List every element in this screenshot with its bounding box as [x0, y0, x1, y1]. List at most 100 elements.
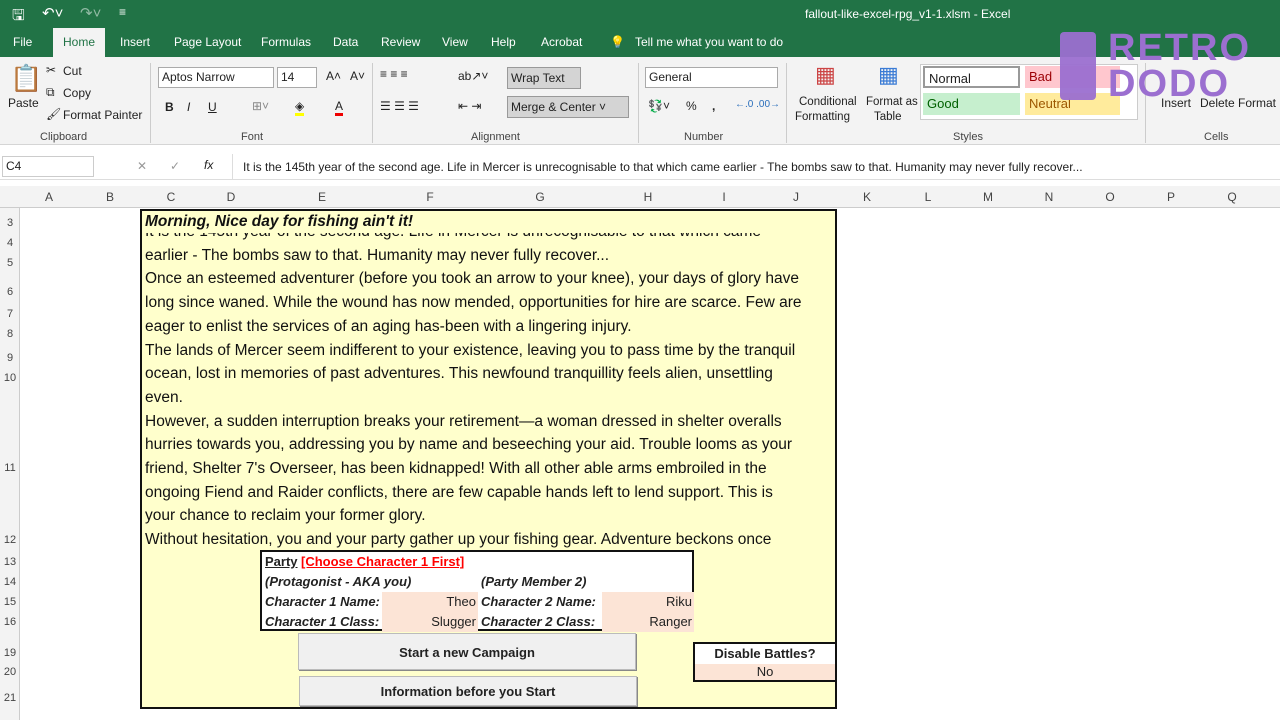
- row-header-7[interactable]: 7: [0, 308, 20, 320]
- tab-insert[interactable]: Insert: [120, 35, 150, 49]
- column-header-H[interactable]: H: [644, 190, 653, 204]
- format-as-table-button[interactable]: Format as: [866, 96, 918, 108]
- cut-icon[interactable]: ✂: [46, 63, 56, 77]
- name-box[interactable]: C4: [2, 156, 94, 177]
- column-header-F[interactable]: F: [426, 190, 433, 204]
- tab-view[interactable]: View: [442, 35, 468, 49]
- conditional-formatting-button[interactable]: Conditional: [799, 96, 857, 108]
- tab-review[interactable]: Review: [381, 35, 420, 49]
- format-as-table-icon[interactable]: ▦: [878, 62, 899, 88]
- font-color-icon[interactable]: A: [335, 99, 344, 116]
- row-header-15[interactable]: 15: [0, 596, 20, 608]
- information-button[interactable]: Information before you Start: [299, 676, 637, 706]
- row-header-16[interactable]: 16: [0, 616, 20, 628]
- column-header-O[interactable]: O: [1105, 190, 1114, 204]
- indent-icon[interactable]: ⇤ ⇥: [458, 99, 481, 113]
- clipboard-group-label: Clipboard: [40, 131, 88, 143]
- italic-button[interactable]: I: [187, 100, 190, 114]
- row-header-20[interactable]: 20: [0, 666, 20, 678]
- tab-formulas[interactable]: Formulas: [261, 35, 311, 49]
- row-header-5[interactable]: 5: [0, 257, 20, 269]
- font-size-select[interactable]: 14: [277, 67, 317, 88]
- party-title: Party: [265, 554, 298, 569]
- cut-button[interactable]: Cut: [63, 64, 82, 78]
- number-format-select[interactable]: General: [645, 67, 778, 88]
- row-header-13[interactable]: 13: [0, 556, 20, 568]
- start-new-campaign-button[interactable]: Start a new Campaign: [298, 633, 636, 670]
- column-header-J[interactable]: J: [793, 190, 799, 204]
- character-2-name-cell[interactable]: Riku: [602, 592, 694, 612]
- tab-home[interactable]: Home: [53, 28, 106, 57]
- character-2-class-cell[interactable]: Ranger: [602, 612, 694, 632]
- column-header-Q[interactable]: Q: [1227, 190, 1236, 204]
- column-header-B[interactable]: B: [106, 190, 114, 204]
- borders-icon[interactable]: ⊞˅: [252, 99, 269, 113]
- insert-function-button[interactable]: fx: [204, 158, 213, 172]
- comma-button[interactable]: ,: [712, 99, 715, 113]
- orientation-icon[interactable]: ab↗˅: [458, 69, 488, 83]
- format-painter-icon[interactable]: 🖌: [46, 107, 61, 121]
- conditional-formatting-icon[interactable]: ▦: [815, 62, 836, 88]
- row-header-6[interactable]: 6: [0, 286, 20, 298]
- row-header-3[interactable]: 3: [0, 217, 20, 229]
- align-top-icon[interactable]: ≡ ≡ ≡: [380, 67, 408, 81]
- character-1-name-cell[interactable]: Theo: [382, 592, 478, 612]
- customize-toolbar-icon[interactable]: ≡: [119, 5, 126, 19]
- row-header-19[interactable]: 19: [0, 647, 20, 659]
- row-header-21[interactable]: 21: [0, 692, 20, 704]
- redo-icon[interactable]: ↷˅: [80, 4, 101, 22]
- column-header-G[interactable]: G: [535, 190, 544, 204]
- copy-icon[interactable]: ⧉: [46, 85, 55, 100]
- tab-help[interactable]: Help: [491, 35, 516, 49]
- tab-file[interactable]: File: [13, 35, 32, 49]
- increase-font-icon[interactable]: A˄: [326, 69, 341, 83]
- row-header-12[interactable]: 12: [0, 534, 20, 546]
- tell-me-search[interactable]: Tell me what you want to do: [635, 35, 783, 49]
- column-header-L[interactable]: L: [925, 190, 932, 204]
- character-1-class-cell[interactable]: Slugger: [382, 612, 478, 632]
- format-painter-button[interactable]: Format Painter: [63, 108, 142, 122]
- column-header-K[interactable]: K: [863, 190, 871, 204]
- row-header-11[interactable]: 11: [0, 462, 20, 474]
- underline-button[interactable]: U: [208, 100, 217, 114]
- decrease-font-icon[interactable]: A˅: [350, 69, 365, 83]
- enter-icon[interactable]: ✓: [170, 159, 180, 173]
- column-header-D[interactable]: D: [227, 190, 236, 204]
- tab-data[interactable]: Data: [333, 35, 358, 49]
- story-line: ongoing Fiend and Raider conflicts, ther…: [145, 483, 773, 501]
- column-header-P[interactable]: P: [1167, 190, 1175, 204]
- bold-button[interactable]: B: [165, 100, 174, 114]
- font-name-select[interactable]: Aptos Narrow: [158, 67, 274, 88]
- column-header-N[interactable]: N: [1045, 190, 1054, 204]
- column-header-E[interactable]: E: [318, 190, 326, 204]
- paste-icon[interactable]: 📋: [10, 63, 42, 94]
- undo-icon[interactable]: ↶˅: [42, 4, 63, 22]
- decimal-icon[interactable]: ←.0 .00→: [735, 99, 780, 110]
- copy-button[interactable]: Copy: [63, 86, 91, 100]
- disable-battles-value[interactable]: No: [695, 664, 835, 680]
- column-header-M[interactable]: M: [983, 190, 993, 204]
- percent-button[interactable]: %: [686, 99, 697, 113]
- row-header-14[interactable]: 14: [0, 576, 20, 588]
- row-header-8[interactable]: 8: [0, 328, 20, 340]
- party-member-2-label: (Party Member 2): [481, 574, 587, 589]
- row-header-9[interactable]: 9: [0, 352, 20, 364]
- style-good[interactable]: Good: [923, 93, 1020, 115]
- formula-input[interactable]: It is the 145th year of the second age. …: [243, 160, 1083, 174]
- paste-button[interactable]: Paste: [8, 96, 39, 110]
- style-normal[interactable]: Normal: [923, 66, 1020, 88]
- fill-color-icon[interactable]: ◈: [295, 99, 305, 116]
- tab-acrobat[interactable]: Acrobat: [541, 35, 582, 49]
- tab-page-layout[interactable]: Page Layout: [174, 35, 241, 49]
- accounting-icon[interactable]: 💱˅: [648, 99, 670, 113]
- row-header-4[interactable]: 4: [0, 237, 20, 249]
- column-header-C[interactable]: C: [167, 190, 176, 204]
- merge-center-button[interactable]: Merge & Center ˅: [507, 96, 629, 118]
- column-header-A[interactable]: A: [45, 190, 53, 204]
- row-header-10[interactable]: 10: [0, 372, 20, 384]
- save-icon[interactable]: 🖫: [12, 5, 25, 30]
- cancel-icon[interactable]: ✕: [137, 159, 147, 173]
- column-header-I[interactable]: I: [722, 190, 725, 204]
- wrap-text-button[interactable]: Wrap Text: [507, 67, 581, 89]
- align-left-icon[interactable]: ☰ ☰ ☰: [380, 99, 419, 113]
